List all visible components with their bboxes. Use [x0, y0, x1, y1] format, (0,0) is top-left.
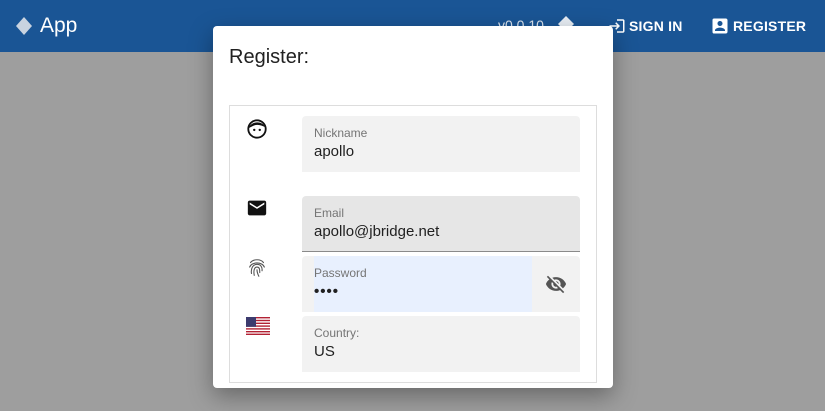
- mail-icon: [247, 200, 267, 216]
- sign-in-button[interactable]: SIGN IN: [608, 16, 683, 36]
- country-value: US: [314, 343, 335, 360]
- password-field[interactable]: Password ••••: [302, 256, 580, 312]
- us-flag-icon: [246, 317, 270, 335]
- visibility-off-icon[interactable]: [544, 273, 568, 295]
- account-box-icon: [712, 18, 728, 34]
- autofill-highlight: [314, 256, 532, 312]
- email-label: Email: [314, 206, 345, 220]
- register-form: Nickname apollo Email apollo@jbridge.net…: [229, 105, 597, 383]
- register-button[interactable]: REGISTER: [710, 16, 806, 36]
- email-value: apollo@jbridge.net: [314, 223, 440, 240]
- password-label: Password: [314, 266, 367, 280]
- diamond-logo-icon: [16, 17, 32, 35]
- nickname-field[interactable]: Nickname apollo: [302, 116, 580, 172]
- register-label: REGISTER: [733, 18, 807, 34]
- app-title: App: [40, 14, 78, 37]
- nickname-value: apollo: [314, 143, 355, 160]
- face-icon: [247, 119, 267, 139]
- register-dialog: Register: Nickname apollo Email apollo@j…: [213, 26, 613, 388]
- fingerprint-icon: [249, 259, 265, 277]
- nickname-label: Nickname: [314, 126, 368, 140]
- dialog-title: Register:: [229, 46, 310, 68]
- password-value: ••••: [314, 283, 340, 300]
- email-field[interactable]: Email apollo@jbridge.net: [302, 196, 580, 252]
- sign-in-label: SIGN IN: [629, 18, 683, 34]
- country-label: Country:: [314, 326, 360, 340]
- country-field[interactable]: Country: US: [302, 316, 580, 372]
